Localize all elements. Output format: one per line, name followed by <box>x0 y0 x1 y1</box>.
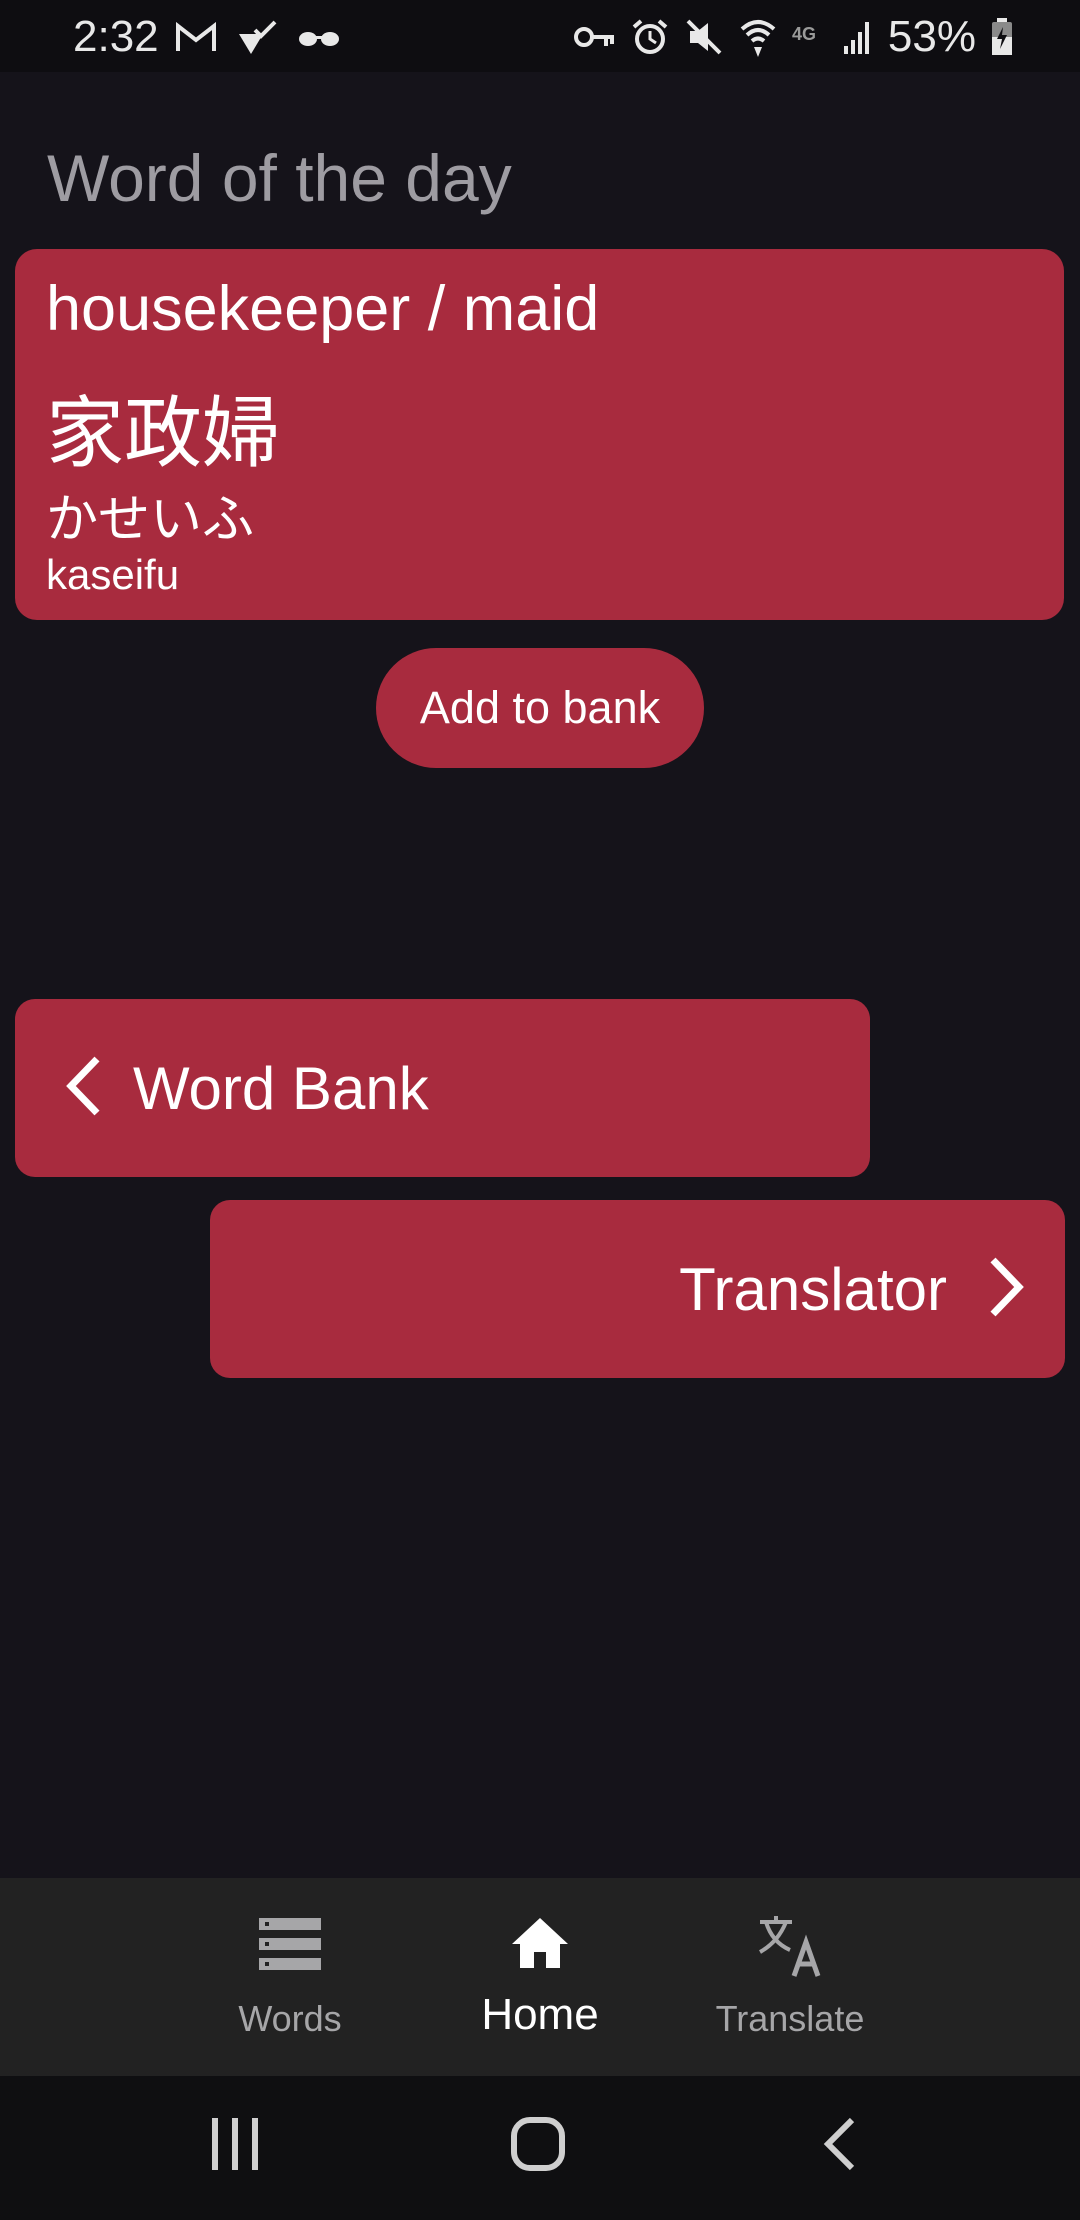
bottom-nav-translate-label: Translate <box>715 1998 865 2039</box>
battery-icon <box>990 17 1014 57</box>
list-icon <box>259 1918 321 1975</box>
4g-icon: 4G <box>792 22 828 52</box>
status-right-icons: 4G 53% <box>573 12 1014 62</box>
gmail-icon <box>175 22 217 54</box>
bottom-nav-translate[interactable]: Translate <box>700 1878 880 2076</box>
home-icon <box>510 1916 570 1975</box>
wifi-icon <box>738 15 778 59</box>
signal-icon <box>842 18 874 56</box>
mute-icon <box>684 17 724 57</box>
translator-label: Translator <box>679 1255 947 1323</box>
translate-icon <box>756 1914 824 1983</box>
chevron-left-icon <box>63 1055 103 1122</box>
battery-percent: 53% <box>887 12 976 61</box>
vpn-key-icon <box>573 24 616 50</box>
bottom-nav-words-label: Words <box>238 1998 342 2039</box>
alarm-icon <box>630 17 670 57</box>
home-system-icon[interactable] <box>510 2116 566 2177</box>
chevron-right-icon <box>987 1256 1027 1323</box>
word-bank-button[interactable]: Word Bank <box>15 999 870 1177</box>
back-system-icon[interactable] <box>822 2116 858 2177</box>
location-check-icon <box>235 18 279 58</box>
word-kana: かせいふ <box>46 490 255 550</box>
add-to-bank-button[interactable]: Add to bank <box>376 648 704 768</box>
word-bank-label: Word Bank <box>133 1054 429 1122</box>
bottom-nav-words[interactable]: Words <box>205 1878 375 2076</box>
bottom-nav-home[interactable]: Home <box>460 1878 620 2076</box>
status-bar: 2:32 4G 53% <box>0 0 1080 72</box>
word-kanji: 家政婦 <box>46 389 281 479</box>
bottom-nav-home-label: Home <box>481 1990 599 2039</box>
status-time: 2:32 <box>73 12 159 61</box>
word-english: housekeeper / maid <box>46 274 600 344</box>
word-of-the-day-card: housekeeper / maid 家政婦 かせいふ kaseifu <box>15 249 1064 620</box>
status-left-icons <box>175 18 341 58</box>
incognito-icon <box>297 27 341 49</box>
svg-text:4G: 4G <box>792 24 816 44</box>
word-romaji: kaseifu <box>46 551 180 598</box>
translator-button[interactable]: Translator <box>210 1200 1065 1378</box>
bottom-navigation: Words Home Translate <box>0 1878 1080 2076</box>
system-navigation-bar <box>0 2076 1080 2220</box>
page-title: Word of the day <box>47 141 512 215</box>
recent-apps-icon[interactable] <box>210 2116 260 2177</box>
